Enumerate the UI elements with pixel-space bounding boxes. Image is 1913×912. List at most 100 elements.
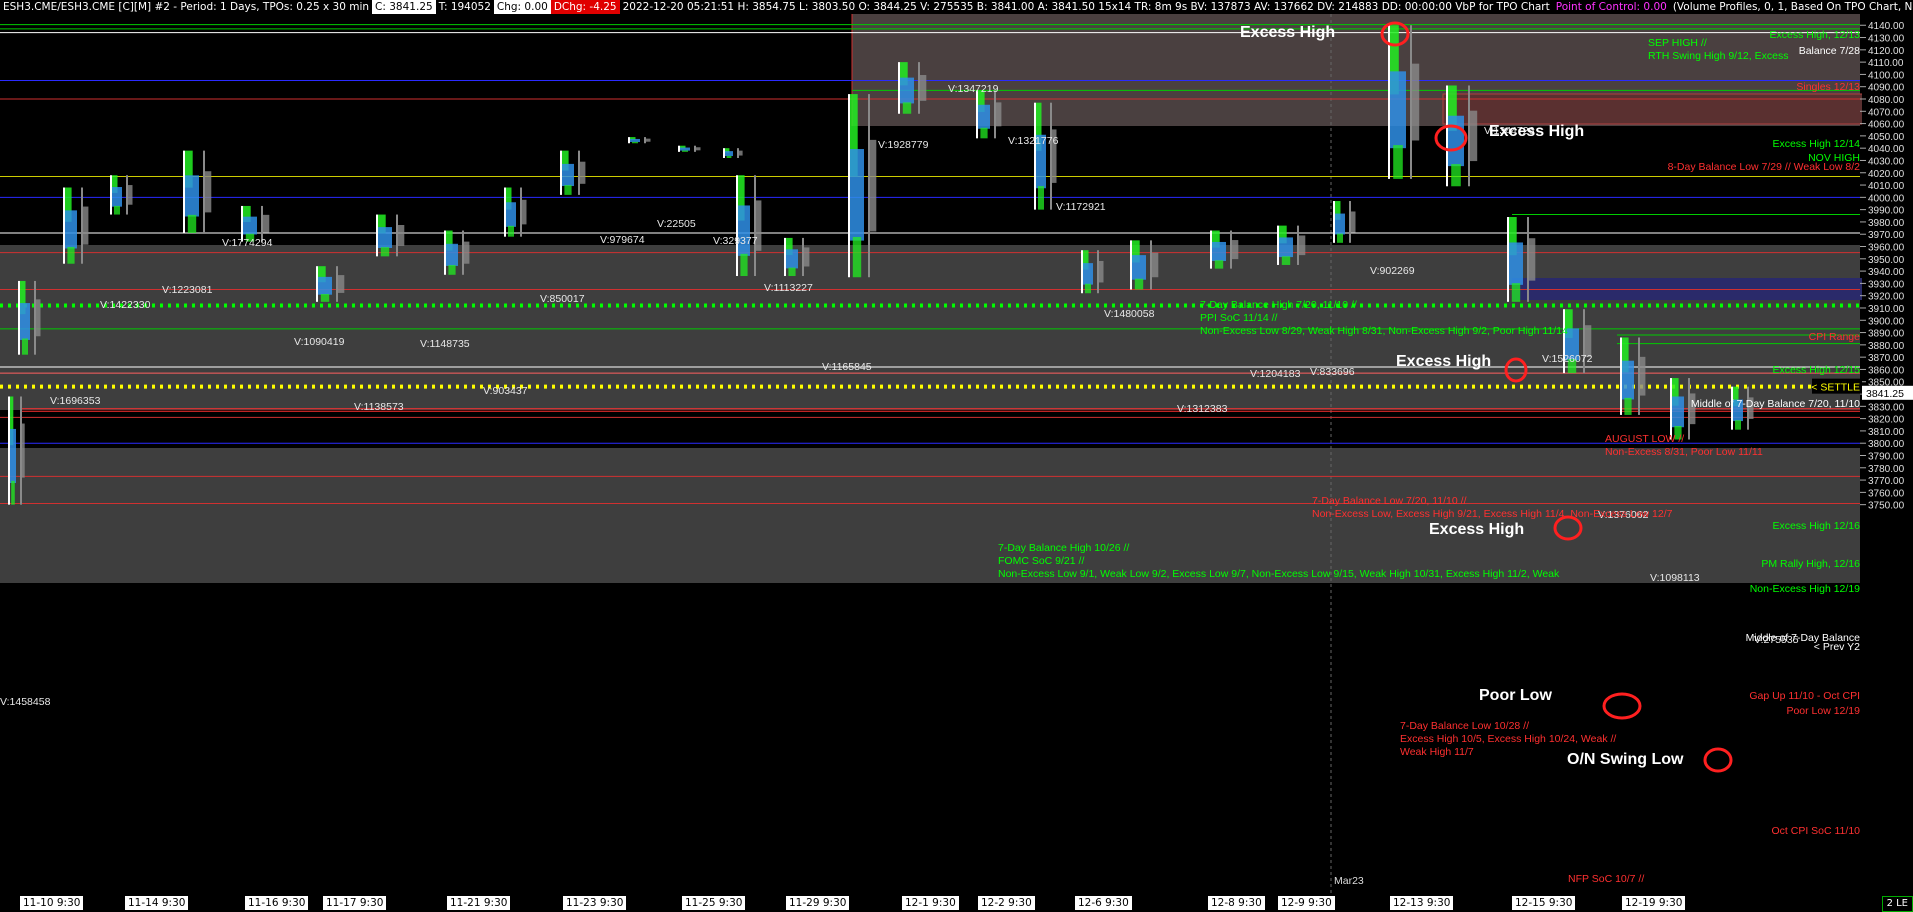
tpo-green-tail	[1735, 420, 1741, 430]
date-axis: 11-10 9:30 11-14 9:30 11-16 9:30 11-17 9:30…	[0, 896, 1913, 910]
annotation-4: Poor Low	[1479, 687, 1552, 704]
level-label-27: Poor Low 12/19	[1786, 705, 1860, 717]
tpo-green-tail	[1214, 260, 1224, 269]
tpo-green-tail	[320, 293, 330, 302]
volume-label-15: V:1347219	[948, 83, 999, 95]
level-label-17: Non-Excess Low, Excess High 9/21, Excess…	[1312, 508, 1673, 520]
level-label-25: < Prev Y2	[1814, 641, 1860, 653]
date-label-2: 11-16 9:30	[245, 896, 309, 910]
volume-block	[522, 199, 527, 225]
tpo-green-tail	[1038, 186, 1044, 210]
tpo-green-tail	[1511, 283, 1521, 302]
tpo-green-tail	[114, 205, 120, 215]
tpo-spine	[1388, 25, 1390, 179]
date-label-12: 12-9 9:30	[1278, 896, 1335, 910]
tpo-blue-block	[1279, 237, 1293, 258]
volume-block	[1232, 240, 1239, 260]
volume-block	[128, 185, 133, 205]
tpo-blue-block	[1672, 396, 1684, 428]
tpo-green-tail	[788, 267, 796, 277]
price-tick-3990: 3990.00	[1868, 206, 1905, 217]
status-item-5: 2022-12-20 05:21:51 H: 3854.75 L: 3803.5…	[622, 1, 1550, 13]
volume-spine	[1050, 102, 1052, 210]
date-label-0: 11-10 9:30	[20, 896, 84, 910]
volume-block	[263, 214, 270, 233]
level-label-21: Non-Excess Low 9/1, Weak Low 9/2, Excess…	[998, 568, 1560, 580]
price-tick-4080: 4080.00	[1868, 95, 1905, 106]
tpo-profile-3	[183, 150, 212, 233]
volume-label-11: V:329377	[713, 235, 758, 247]
volume-block	[22, 423, 25, 478]
price-tick-3780: 3780.00	[1868, 464, 1905, 475]
chart-status-bar: ESH3.CME/ESH3.CME [C][M] #2 - Period: 1 …	[0, 0, 1913, 14]
tpo-green-tail	[740, 253, 748, 277]
volume-spine	[336, 266, 338, 302]
volume-label-7: V:903437	[483, 385, 528, 397]
tpo-blue-block	[562, 163, 574, 187]
tpo-green-tail	[1281, 256, 1291, 265]
tpo-spine	[560, 150, 562, 195]
status-item-4: DChg: -4.25	[550, 0, 620, 14]
volume-spine	[462, 230, 464, 275]
tpo-green-tail	[187, 214, 197, 233]
price-tick-4090: 4090.00	[1868, 83, 1905, 94]
volume-label-2: V:1223081	[162, 284, 213, 296]
annotation-5: O/N Swing Low	[1567, 751, 1684, 768]
level-label-11: CPI Range	[1809, 331, 1861, 343]
tpo-profile-9	[560, 150, 586, 195]
price-tick-3970: 3970.00	[1868, 230, 1905, 241]
tpo-green-tail	[852, 236, 862, 278]
volume-spine	[1150, 240, 1152, 290]
price-tick-3860: 3860.00	[1868, 365, 1905, 376]
volume-spine	[802, 237, 804, 277]
tpo-spine	[18, 280, 20, 355]
volume-spine	[396, 214, 398, 257]
volume-spine	[1349, 201, 1351, 243]
tpo-green-tail	[1624, 397, 1632, 415]
price-tick-4100: 4100.00	[1868, 70, 1905, 81]
volume-label-12: V:1113227	[764, 282, 813, 294]
volume-spine	[737, 148, 739, 159]
price-tick-3760: 3760.00	[1868, 488, 1905, 499]
price-tick-3940: 3940.00	[1868, 267, 1905, 278]
volume-block	[83, 206, 89, 245]
date-label-10: 12-6 9:30	[1075, 896, 1132, 910]
tpo-profile-23	[1333, 201, 1356, 243]
volume-block	[646, 138, 651, 142]
level-label-32: NFP SoC 10/7 //	[1568, 873, 1644, 885]
price-tick-4010: 4010.00	[1868, 181, 1905, 192]
tpo-spine	[898, 62, 900, 114]
level-label-30: Weak High 11/7	[1400, 746, 1474, 758]
tpo-profile-8	[504, 187, 527, 237]
tpo-green-tail	[1337, 233, 1343, 243]
volume-spine	[644, 137, 646, 144]
tpo-spine	[1130, 240, 1132, 290]
level-label-19: 7-Day Balance High 10/26 //	[998, 542, 1129, 554]
price-tick-3790: 3790.00	[1868, 451, 1905, 462]
tpo-spine	[316, 266, 318, 302]
price-tick-4020: 4020.00	[1868, 169, 1905, 180]
level-label-16: 7-Day Balance Low 7/20, 11/10 //	[1312, 495, 1467, 507]
volume-spine	[1468, 85, 1470, 187]
tpo-blue-block	[1212, 241, 1226, 262]
tpo-chart[interactable]: 4140.00 4130.004120.004110.004100.00 4090.…	[0, 14, 1913, 896]
price-tick-4030: 4030.00	[1868, 156, 1905, 167]
volume-label-16: V:1321776	[1008, 135, 1059, 147]
level-label-7: 8-Day Balance Low 7/29 // Weak Low 8/2	[1668, 161, 1861, 173]
tpo-blue-block	[185, 175, 199, 217]
tpo-spine	[976, 90, 978, 139]
volume-block	[1470, 110, 1478, 162]
tpo-blue-block	[378, 227, 392, 248]
tpo-green-tail	[902, 102, 912, 114]
price-tick-3910: 3910.00	[1868, 304, 1905, 315]
price-tick-4040: 4040.00	[1868, 144, 1905, 155]
volume-label-28: V:1458458	[0, 696, 51, 708]
price-tick-3980: 3980.00	[1868, 218, 1905, 229]
tpo-blue-block	[506, 202, 516, 227]
status-item-0: ESH3.CME/ESH3.CME [C][M] #2 - Period: 1 …	[3, 1, 370, 13]
tpo-blue-block	[786, 249, 798, 269]
volume-label-19: V:1312383	[1177, 403, 1228, 415]
volume-spine	[1410, 25, 1412, 179]
volume-label-21: V:833696	[1310, 366, 1355, 378]
price-tick-3820: 3820.00	[1868, 415, 1905, 426]
